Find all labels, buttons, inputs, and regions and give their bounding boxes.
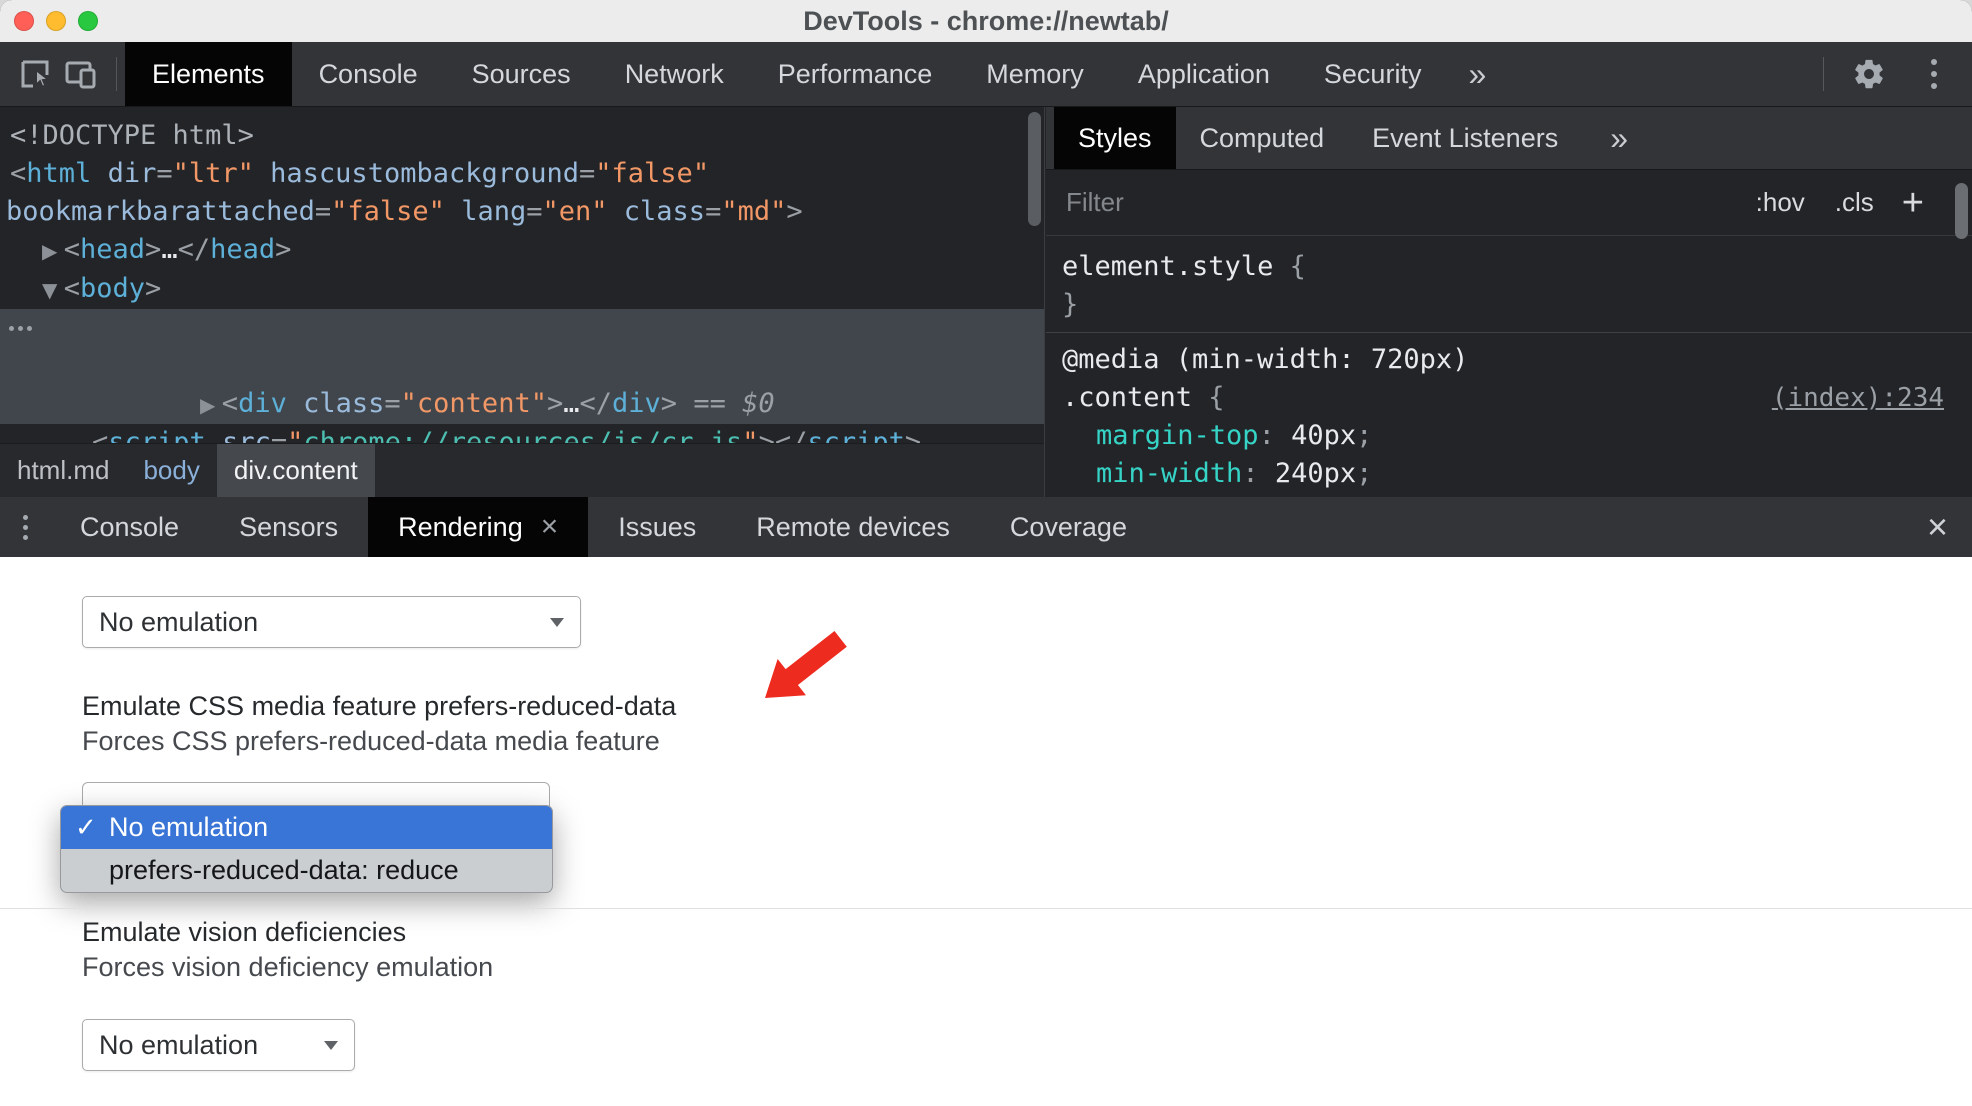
styles-filter-input[interactable]: Filter — [1066, 187, 1124, 218]
kebab-menu-icon[interactable] — [1914, 54, 1954, 94]
breadcrumb-html[interactable]: html.md — [0, 444, 126, 497]
tab-network[interactable]: Network — [598, 42, 751, 106]
traffic-lights — [14, 11, 98, 31]
rule-divider — [1046, 332, 1972, 333]
dom-line-html-wrap[interactable]: bookmarkbarattached="false" lang="en" cl… — [0, 193, 1044, 231]
settings-gear-icon[interactable] — [1846, 51, 1892, 97]
main-toolbar: Elements Console Sources Network Perform… — [0, 42, 1972, 107]
tab-application[interactable]: Application — [1111, 42, 1297, 106]
drawer: Console Sensors Rendering × Issues Remot… — [0, 497, 1972, 1106]
drawer-menu-icon[interactable] — [0, 497, 50, 557]
css-selector[interactable]: .content { — [1062, 379, 1225, 417]
toolbar-right-separator — [1823, 57, 1824, 91]
css-line-content-selector: .content { (index):234 — [1062, 379, 1956, 417]
dom-node-overflow-icon[interactable] — [9, 326, 32, 331]
zoom-window-button[interactable] — [78, 11, 98, 31]
panel-tabs: Elements Console Sources Network Perform… — [125, 42, 1506, 106]
css-prop-margin-top[interactable]: margin-top: 40px; — [1062, 417, 1956, 455]
dom-line-html[interactable]: <html dir="ltr" hascustombackground="fal… — [0, 155, 1044, 193]
dom-line-body[interactable]: ▼ <body> — [0, 270, 1044, 309]
drawer-tab-bar: Console Sensors Rendering × Issues Remot… — [0, 497, 1972, 557]
checkmark-icon: ✓ — [75, 812, 97, 842]
element-classes-button[interactable]: .cls — [1835, 187, 1874, 218]
tab-memory[interactable]: Memory — [959, 42, 1111, 106]
dropdown-option-no-emulation[interactable]: ✓ No emulation — [61, 806, 552, 849]
close-window-button[interactable] — [14, 11, 34, 31]
css-line-element-style[interactable]: element.style { — [1062, 248, 1956, 286]
vision-deficiency-select[interactable]: No emulation — [82, 1019, 355, 1071]
section-divider — [0, 908, 1972, 909]
dom-line-doctype[interactable]: <!DOCTYPE html> — [0, 117, 1044, 155]
css-prop-min-width[interactable]: min-width: 240px; — [1062, 455, 1956, 493]
elements-scrollbar-thumb[interactable] — [1028, 112, 1041, 226]
stylesheet-source-link[interactable]: (index):234 — [1772, 379, 1944, 417]
vision-deficiency-select-value: No emulation — [99, 1029, 259, 1060]
drawer-tab-remote-devices[interactable]: Remote devices — [726, 497, 980, 557]
css-line-close-brace[interactable]: } — [1062, 286, 1956, 324]
tab-event-listeners[interactable]: Event Listeners — [1348, 107, 1582, 169]
drawer-tab-coverage[interactable]: Coverage — [980, 497, 1157, 557]
styles-sidebar: Styles Computed Event Listeners » Filter… — [1046, 107, 1972, 497]
tab-performance[interactable]: Performance — [751, 42, 960, 106]
styles-filter-row: Filter :hov .cls + — [1046, 170, 1972, 236]
more-panels-button[interactable]: » — [1448, 42, 1506, 106]
css-line-media-query[interactable]: @media (min-width: 720px) — [1062, 341, 1956, 379]
elements-scrollbar[interactable] — [1028, 112, 1041, 438]
drawer-tab-console[interactable]: Console — [50, 497, 209, 557]
close-rendering-tab-icon[interactable]: × — [541, 510, 559, 544]
toggle-element-state-button[interactable]: :hov — [1756, 187, 1805, 218]
sidebar-tabs: Styles Computed Event Listeners » — [1046, 107, 1972, 170]
drawer-tab-sensors[interactable]: Sensors — [209, 497, 368, 557]
chevron-down-icon — [550, 617, 564, 627]
styles-scrollbar-thumb[interactable] — [1955, 183, 1968, 239]
drawer-tab-rendering-label: Rendering — [398, 511, 523, 542]
new-style-rule-button[interactable]: + — [1902, 184, 1924, 222]
dropdown-option-label: prefers-reduced-data: reduce — [109, 855, 459, 885]
vision-deficiencies-desc: Forces vision deficiency emulation — [82, 952, 494, 982]
dom-tree: <!DOCTYPE html> <html dir="ltr" hascusto… — [0, 107, 1044, 443]
content-row: <!DOCTYPE html> <html dir="ltr" hascusto… — [0, 107, 1972, 497]
tab-styles[interactable]: Styles — [1054, 107, 1176, 169]
vision-deficiencies-title: Emulate vision deficiencies — [82, 917, 407, 947]
drawer-tab-rendering[interactable]: Rendering × — [368, 497, 589, 557]
prefers-reduced-data-desc: Forces CSS prefers-reduced-data media fe… — [82, 726, 660, 756]
window-title: DevTools - chrome://newtab/ — [803, 5, 1169, 36]
tab-sources[interactable]: Sources — [445, 42, 598, 106]
breadcrumb-body[interactable]: body — [126, 444, 216, 497]
chevron-down-icon — [324, 1040, 338, 1050]
minimize-window-button[interactable] — [46, 11, 66, 31]
tab-security[interactable]: Security — [1297, 42, 1449, 106]
dom-line-head[interactable]: ▶ <head>…</head> — [0, 231, 1044, 270]
dropdown-option-reduce[interactable]: prefers-reduced-data: reduce — [61, 849, 552, 892]
device-toolbar-icon[interactable] — [58, 51, 104, 97]
toolbar-separator — [116, 57, 117, 91]
more-sidebar-tabs-button[interactable]: » — [1600, 107, 1638, 169]
devtools-window: DevTools - chrome://newtab/ Elements Con… — [0, 0, 1972, 1106]
drawer-tab-issues[interactable]: Issues — [588, 497, 726, 557]
dom-line-div-content-selected[interactable]: ▶ <div class="content">…</div> == $0 — [0, 309, 1044, 424]
css-rules: element.style { } @media (min-width: 720… — [1046, 236, 1972, 497]
emulation-select-top[interactable]: No emulation — [82, 596, 581, 648]
toolbar-right — [1823, 51, 1972, 97]
dom-line-script-cr[interactable]: <script src="chrome://resources/js/cr.js… — [0, 424, 1044, 443]
emulation-select-top-value: No emulation — [99, 606, 259, 637]
prefers-reduced-data-title: Emulate CSS media feature prefers-reduce… — [82, 691, 677, 721]
breadcrumb-div-content[interactable]: div.content — [216, 444, 375, 497]
inspect-element-icon[interactable] — [12, 51, 58, 97]
tab-console[interactable]: Console — [292, 42, 445, 106]
red-arrow-annotation — [765, 631, 847, 698]
elements-panel: <!DOCTYPE html> <html dir="ltr" hascusto… — [0, 107, 1045, 497]
breadcrumb-bar: html.md body div.content — [0, 443, 1044, 497]
dropdown-option-label: No emulation — [109, 812, 269, 842]
titlebar: DevTools - chrome://newtab/ — [0, 0, 1972, 42]
tab-elements[interactable]: Elements — [125, 42, 292, 106]
close-drawer-button[interactable]: × — [1903, 497, 1972, 557]
emulation-dropdown-menu: ✓ No emulation prefers-reduced-data: red… — [60, 805, 553, 893]
tab-computed[interactable]: Computed — [1176, 107, 1349, 169]
rendering-panel: No emulation Emulate CSS media feature p… — [0, 557, 1972, 1106]
